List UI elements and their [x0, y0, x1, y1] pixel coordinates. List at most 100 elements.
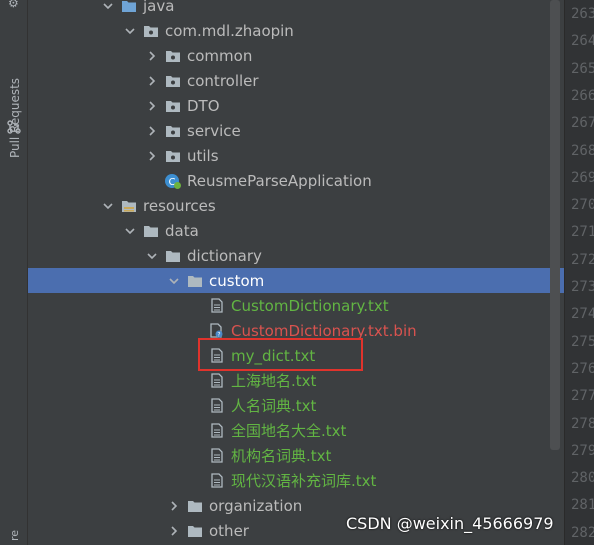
folder-icon: [164, 247, 182, 265]
text-file-icon: [208, 447, 226, 465]
tree-row[interactable]: controller: [28, 68, 564, 93]
chevron-right-icon[interactable]: [144, 73, 160, 89]
tree-item-label: custom: [209, 271, 265, 290]
tree-item-label: CustomDictionary.txt: [231, 296, 389, 315]
editor-line-gutter: 263 264 265 266 267 268 269 270 271 272 273 274 275 2…: [564, 0, 594, 545]
line-number: 274: [571, 306, 594, 323]
package-icon: [164, 122, 182, 140]
pull-request-icon: [7, 120, 21, 134]
folder-icon: [142, 222, 160, 240]
tree-item-label: 现代汉语补充词库.txt: [231, 472, 377, 490]
folder-icon: [186, 497, 204, 515]
tree-row[interactable]: custom: [28, 268, 564, 293]
watermark: CSDN @weixin_45666979: [346, 514, 554, 533]
tree-item-label: 全国地名大全.txt: [231, 422, 347, 440]
chevron-down-icon[interactable]: [100, 198, 116, 214]
settings-icon[interactable]: ⚙: [8, 0, 19, 10]
package-icon: [164, 72, 182, 90]
chevron-down-icon[interactable]: [122, 23, 138, 39]
line-number: 275: [571, 333, 594, 350]
tree-row[interactable]: 全国地名大全.txt: [28, 418, 564, 443]
tree-row[interactable]: 机构名词典.txt: [28, 443, 564, 468]
tree-row[interactable]: 人名词典.txt: [28, 393, 564, 418]
text-file-icon: [208, 472, 226, 490]
tree-row[interactable]: data: [28, 218, 564, 243]
chevron-down-icon[interactable]: [166, 273, 182, 289]
chevron-right-icon[interactable]: [144, 148, 160, 164]
project-tree-panel: java com.mdl.zhaopin common controller DTO se…: [28, 0, 564, 545]
tree-item-label: 人名词典.txt: [231, 397, 317, 415]
spring-boot-class-icon: C: [164, 172, 182, 190]
pull-requests-tab[interactable]: Pull Requests: [8, 78, 22, 158]
line-number: 281: [571, 497, 594, 514]
structure-tab-fragment[interactable]: re: [8, 530, 21, 541]
folder-icon: [186, 522, 204, 540]
tree-item-label: java: [143, 0, 175, 15]
chevron-right-icon[interactable]: [144, 123, 160, 139]
line-number: 276: [571, 360, 594, 377]
line-number: 282: [571, 524, 594, 541]
tree-row[interactable]: service: [28, 118, 564, 143]
tree-item-label: resources: [143, 196, 216, 215]
tree-item-label: CustomDictionary.txt.bin: [231, 321, 417, 340]
line-number: 268: [571, 142, 594, 159]
chevron-right-icon[interactable]: [166, 523, 182, 539]
text-file-icon: [208, 297, 226, 315]
line-number: 273: [571, 279, 594, 295]
tree-scrollbar[interactable]: [550, 0, 560, 450]
tree-item-label: DTO: [187, 96, 220, 115]
tree-item-label: utils: [187, 146, 219, 165]
tree-row[interactable]: dictionary: [28, 243, 564, 268]
tree-item-label: common: [187, 46, 253, 65]
line-number: 265: [571, 60, 594, 77]
tree-row[interactable]: com.mdl.zhaopin: [28, 18, 564, 43]
tree-item-label: 机构名词典.txt: [231, 447, 332, 465]
folder-blue-icon: [120, 0, 138, 15]
tree-row[interactable]: 上海地名.txt: [28, 368, 564, 393]
tree-row[interactable]: common: [28, 43, 564, 68]
chevron-right-icon[interactable]: [144, 48, 160, 64]
tree-item-label: organization: [209, 496, 303, 515]
left-tool-strip: ⚙ Pull Requests re: [0, 0, 28, 545]
chevron-right-icon[interactable]: [166, 498, 182, 514]
line-number: 264: [571, 33, 594, 50]
line-number: 269: [571, 169, 594, 186]
package-icon: [164, 97, 182, 115]
chevron-down-icon[interactable]: [100, 0, 116, 14]
tree-row[interactable]: java: [28, 0, 564, 18]
line-number: 266: [571, 87, 594, 104]
tree-item-label: data: [165, 221, 199, 240]
chevron-right-icon[interactable]: [144, 98, 160, 114]
tree-item-label: com.mdl.zhaopin: [165, 21, 294, 40]
tree-row[interactable]: utils: [28, 143, 564, 168]
line-number: 263: [571, 6, 594, 22]
tree-row[interactable]: C ReusmeParseApplication: [28, 168, 564, 193]
line-number: 272: [571, 251, 594, 268]
tree-row[interactable]: resources: [28, 193, 564, 218]
tree-item-label: other: [209, 521, 249, 540]
tree-row[interactable]: 现代汉语补充词库.txt: [28, 468, 564, 493]
package-icon: [164, 47, 182, 65]
text-file-icon: [208, 422, 226, 440]
chevron-down-icon[interactable]: [144, 248, 160, 264]
package-icon: [142, 22, 160, 40]
tree-item-label: controller: [187, 71, 259, 90]
tree-item-label: service: [187, 121, 241, 140]
text-file-icon: [208, 372, 226, 390]
tree-item-label: ReusmeParseApplication: [187, 171, 372, 190]
tree-row[interactable]: DTO: [28, 93, 564, 118]
folder-icon: [186, 272, 204, 290]
line-number: 280: [571, 470, 594, 487]
line-number: 278: [571, 415, 594, 432]
tree-item-label: 上海地名.txt: [231, 372, 317, 390]
line-number: 270: [571, 197, 594, 214]
line-number: 267: [571, 115, 594, 132]
tree-item-label: dictionary: [187, 246, 262, 265]
tree-row[interactable]: CustomDictionary.txt: [28, 293, 564, 318]
line-number: 279: [571, 442, 594, 459]
line-number: 277: [571, 388, 594, 405]
resources-folder-icon: [120, 197, 138, 215]
text-file-icon: [208, 397, 226, 415]
highlight-annotation-box: [198, 338, 363, 371]
chevron-down-icon[interactable]: [122, 223, 138, 239]
